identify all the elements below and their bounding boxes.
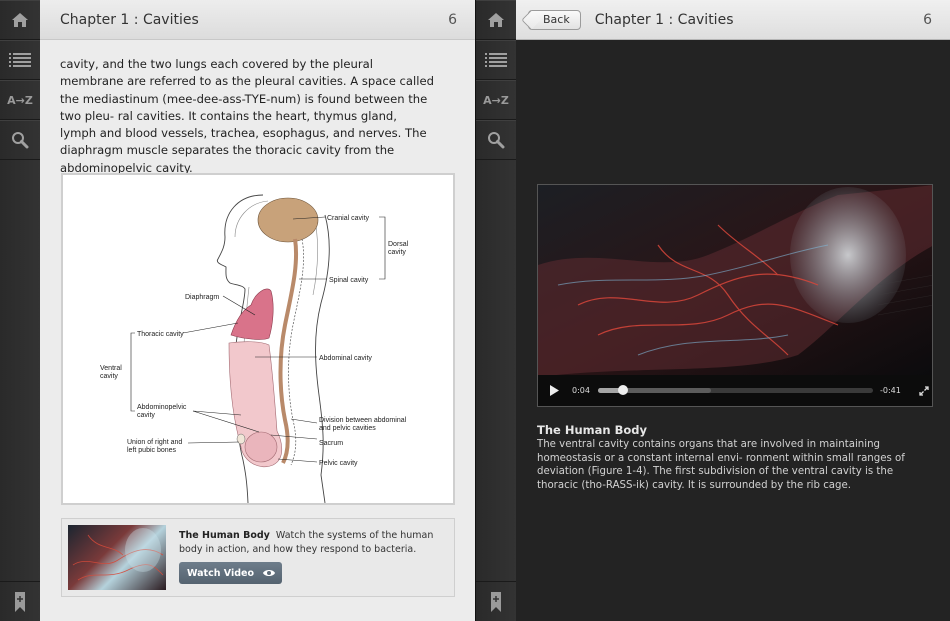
progress-handle[interactable] bbox=[617, 385, 628, 395]
video-player[interactable]: 0:04 -0:41 bbox=[537, 184, 933, 407]
label-sacrum: Sacrum bbox=[319, 440, 343, 447]
chapter-title: Chapter 1 : Cavities bbox=[60, 11, 199, 28]
glossary-button[interactable]: A→Z bbox=[0, 80, 40, 120]
label-diaphragm: Diaphragm bbox=[185, 294, 219, 301]
sidebar: A→Z bbox=[0, 0, 40, 621]
home-button[interactable] bbox=[476, 0, 516, 40]
page-number: 6 bbox=[448, 11, 457, 28]
label-dorsal-cavity: Dorsal bbox=[388, 241, 409, 248]
bookmark-icon bbox=[491, 591, 501, 612]
back-button[interactable]: Back bbox=[528, 9, 581, 30]
label-dorsal-cavity-2: cavity bbox=[388, 249, 406, 256]
thoracic-cavity-shape bbox=[230, 288, 274, 340]
table-of-contents-button[interactable] bbox=[476, 40, 516, 80]
video-pane: 0:04 -0:41 The Human Body The ventral ca… bbox=[516, 40, 950, 621]
label-abdominopelvic: Abdominopelvic bbox=[137, 404, 187, 411]
right-screen: A→Z Back Chapter 1 : Cavities 6 0:04 -0:… bbox=[475, 0, 950, 621]
az-icon: A→Z bbox=[483, 93, 509, 107]
chapter-title: Chapter 1 : Cavities bbox=[594, 11, 734, 28]
label-abdominal-cavity: Abdominal cavity bbox=[319, 355, 372, 362]
label-pelvic-cavity: Pelvic cavity bbox=[319, 460, 358, 467]
label-union-pubic: Union of right and bbox=[127, 439, 182, 446]
reading-pane: cavity, and the two lungs each covered b… bbox=[40, 40, 475, 621]
sidebar: A→Z bbox=[476, 0, 516, 621]
fullscreen-icon[interactable] bbox=[919, 385, 929, 396]
home-button[interactable] bbox=[0, 0, 40, 40]
label-cranial-cavity: Cranial cavity bbox=[327, 215, 370, 222]
current-time: 0:04 bbox=[572, 386, 590, 395]
bookmark-icon bbox=[15, 591, 25, 612]
home-icon bbox=[12, 13, 28, 27]
glossary-button[interactable]: A→Z bbox=[476, 80, 516, 120]
video-card-title: The Human Body bbox=[179, 530, 270, 541]
search-icon bbox=[488, 132, 505, 149]
pelvic-cavity-shape bbox=[244, 431, 278, 463]
table-of-contents-button[interactable] bbox=[0, 40, 40, 80]
search-button[interactable] bbox=[0, 120, 40, 160]
left-screen: A→Z Chapter 1 : Cavities 6 cavity, and t… bbox=[0, 0, 475, 621]
label-thoracic-cavity: Thoracic cavity bbox=[137, 331, 184, 338]
home-icon bbox=[488, 13, 504, 27]
body-text: cavity, and the two lungs each covered b… bbox=[60, 57, 434, 175]
watch-video-button[interactable]: Watch Video bbox=[179, 562, 282, 584]
page-number: 6 bbox=[923, 11, 932, 28]
spinal-column bbox=[278, 238, 299, 464]
list-icon bbox=[485, 53, 507, 67]
video-card: The Human Body Watch the systems of the … bbox=[61, 518, 455, 597]
player-controls: 0:04 -0:41 bbox=[538, 375, 932, 406]
search-icon bbox=[12, 132, 29, 149]
play-icon[interactable] bbox=[549, 385, 560, 396]
caption-text: The ventral cavity contains organs that … bbox=[537, 439, 905, 492]
body-cavities-figure: Cranial cavity Dorsal cavity Spinal cavi… bbox=[61, 173, 455, 505]
label-division: Division between abdominal bbox=[319, 417, 407, 424]
back-label: Back bbox=[543, 13, 570, 26]
label-spinal-cavity: Spinal cavity bbox=[329, 277, 369, 284]
caption-title: The Human Body bbox=[537, 423, 647, 437]
progress-track[interactable] bbox=[597, 385, 873, 395]
cranial-cavity-shape bbox=[257, 197, 319, 243]
eye-icon bbox=[263, 570, 275, 576]
bookmark-button[interactable] bbox=[476, 581, 516, 621]
list-icon bbox=[9, 53, 31, 67]
header: Chapter 1 : Cavities 6 bbox=[40, 0, 475, 40]
label-union-pubic-2: left pubic bones bbox=[127, 447, 177, 454]
az-icon: A→Z bbox=[7, 93, 33, 107]
search-button[interactable] bbox=[476, 120, 516, 160]
video-frame-image bbox=[538, 185, 932, 377]
remaining-time: -0:41 bbox=[879, 386, 901, 395]
label-ventral-cavity-2: cavity bbox=[100, 373, 118, 380]
header: Back Chapter 1 : Cavities 6 bbox=[516, 0, 950, 40]
label-division-2: and pelvic cavities bbox=[319, 425, 376, 432]
label-ventral-cavity: Ventral bbox=[100, 365, 122, 372]
bookmark-button[interactable] bbox=[0, 581, 40, 621]
label-abdominopelvic-2: cavity bbox=[137, 412, 155, 419]
watch-video-label: Watch Video bbox=[187, 567, 255, 579]
video-card-description: The Human Body Watch the systems of the … bbox=[179, 529, 449, 557]
video-thumbnail[interactable] bbox=[68, 525, 166, 590]
